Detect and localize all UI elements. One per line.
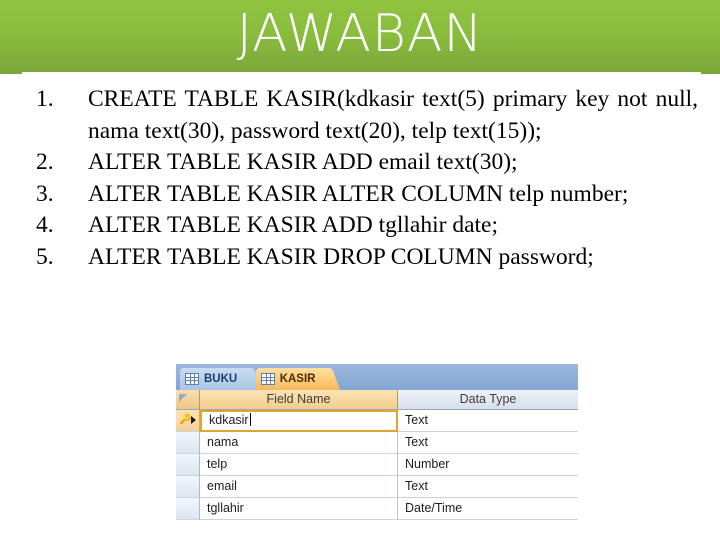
table-row[interactable]: email Text [176,476,578,498]
tab-buku[interactable]: BUKU [180,368,263,390]
list-item-number: 4. [36,212,54,238]
list-item: 1. CREATE TABLE KASIR(kdkasir text(5) pr… [0,84,720,147]
field-name-value: kdkasir [209,413,249,427]
field-name-cell[interactable]: nama [200,432,398,454]
tab-label: KASIR [279,373,316,385]
page-title: JAWABAN [236,4,484,64]
data-type-cell[interactable]: Text [398,410,578,432]
column-header-field-name[interactable]: Field Name [200,390,398,409]
access-design-view: BUKU KASIR Field Name Data Type 🔑 kdkasi… [176,364,578,521]
data-type-cell[interactable]: Text [398,476,578,498]
access-tab-bar: BUKU KASIR [176,364,578,390]
grid-body: 🔑 kdkasir Text nama Text telp Number ema… [176,410,578,520]
field-name-cell[interactable]: email [200,476,398,498]
table-grid-icon [185,373,199,385]
list-item-number: 1. [36,86,54,112]
list-item: 4. ALTER TABLE KASIR ADD tgllahir date; [0,210,720,242]
text-caret [249,413,251,426]
content-sheet [22,72,701,84]
field-name-cell[interactable]: tgllahir [200,498,398,520]
list-item-text: ALTER TABLE KASIR ALTER COLUMN telp numb… [88,180,629,207]
field-name-cell[interactable]: telp [200,454,398,476]
table-row[interactable]: 🔑 kdkasir Text [176,410,578,432]
tab-edge [320,368,341,390]
row-selector[interactable]: 🔑 [176,410,200,432]
column-header-data-type[interactable]: Data Type [398,390,578,409]
current-record-arrow-icon [191,416,196,424]
primary-key-icon: 🔑 [179,414,192,425]
list-item-text: ALTER TABLE KASIR DROP COLUMN password; [88,243,594,270]
list-item-number: 5. [36,243,54,270]
table-row[interactable]: tgllahir Date/Time [176,498,578,520]
table-grid-icon [260,373,275,385]
answer-list-area: 1. CREATE TABLE KASIR(kdkasir text(5) pr… [0,84,720,364]
row-selector[interactable] [176,454,200,476]
table-row[interactable]: telp Number [176,454,578,476]
row-selector[interactable] [176,498,200,520]
row-selector[interactable] [176,476,200,498]
list-item: 3. ALTER TABLE KASIR ALTER COLUMN telp n… [0,179,720,211]
tab-label: BUKU [204,373,238,385]
list-item-text: CREATE TABLE KASIR(kdkasir text(5) prima… [88,86,698,144]
list-item-text: ALTER TABLE KASIR ADD tgllahir date; [88,212,498,238]
tab-kasir[interactable]: KASIR [255,368,341,390]
list-item-number: 3. [36,180,54,207]
data-type-cell[interactable]: Number [398,454,578,476]
list-item-number: 2. [36,149,54,175]
field-name-cell[interactable]: kdkasir [200,410,398,432]
answer-list: 1. CREATE TABLE KASIR(kdkasir text(5) pr… [0,84,720,273]
table-row[interactable]: nama Text [176,432,578,454]
list-item: 5. ALTER TABLE KASIR DROP COLUMN passwor… [0,242,720,274]
row-selector[interactable] [176,432,200,454]
slide: JAWABAN 1. CREATE TABLE KASIR(kdkasir te… [0,0,720,540]
data-type-cell[interactable]: Text [398,432,578,454]
select-all-corner[interactable] [176,390,200,409]
list-item-text: ALTER TABLE KASIR ADD email text(30); [88,149,518,175]
list-item: 2. ALTER TABLE KASIR ADD email text(30); [0,147,720,179]
data-type-cell[interactable]: Date/Time [398,498,578,520]
grid-header-row: Field Name Data Type [176,390,578,410]
